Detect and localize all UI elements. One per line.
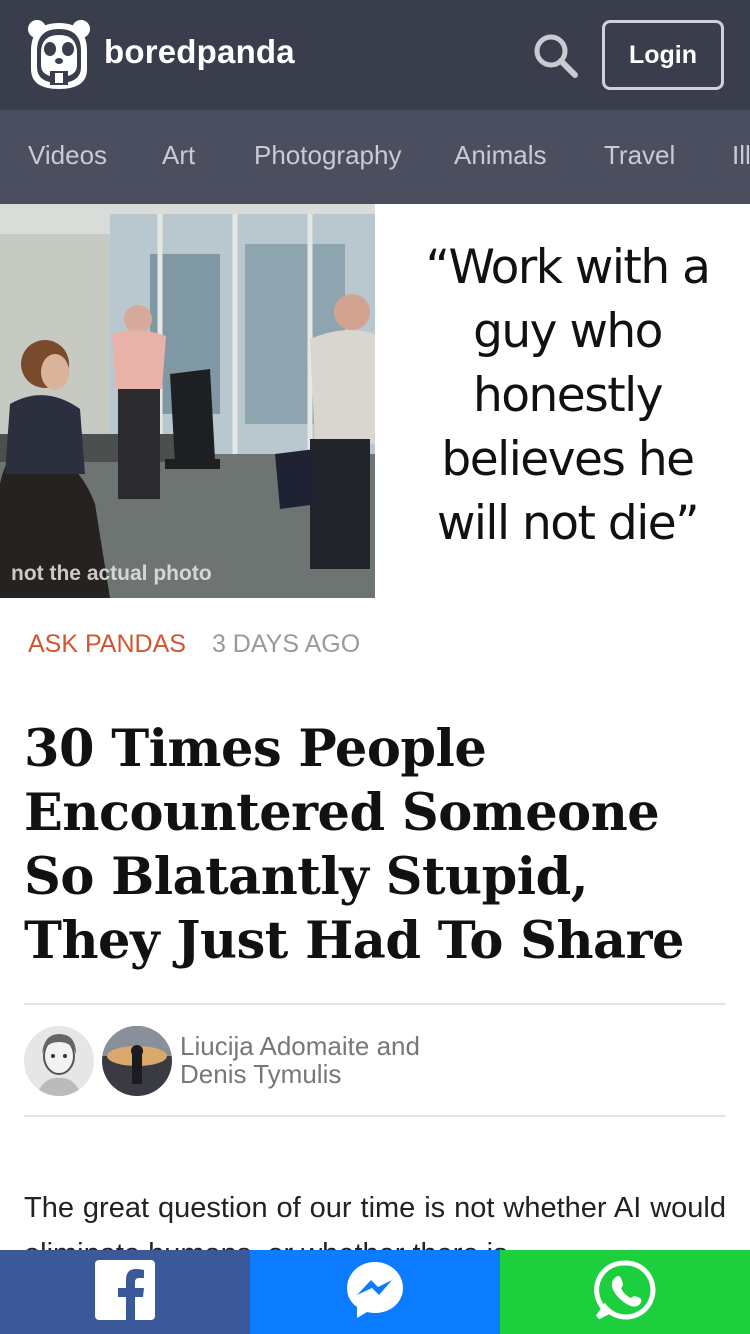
author-1-name[interactable]: Liucija Adomaite [180, 1031, 369, 1061]
category-travel[interactable]: Travel [604, 140, 675, 171]
hero-image[interactable]: not the actual photo “Work with a guy wh… [0, 204, 750, 598]
category-tag[interactable]: ASK PANDAS [28, 630, 186, 658]
author-names: Liucija Adomaite and Denis Tymulis [180, 1032, 420, 1088]
whatsapp-share-button[interactable] [500, 1250, 750, 1334]
messenger-share-button[interactable] [250, 1250, 500, 1334]
category-animals[interactable]: Animals [454, 140, 546, 171]
share-bar [0, 1250, 750, 1334]
panda-logo-icon[interactable] [26, 17, 92, 93]
author-avatar-1[interactable] [24, 1026, 94, 1096]
top-navbar: boredpanda Login [0, 0, 750, 110]
login-button[interactable]: Login [602, 20, 724, 90]
whatsapp-icon [593, 1258, 657, 1327]
category-photography[interactable]: Photography [254, 140, 401, 171]
quote-text: “Work with a guy who honestly believes h… [425, 240, 711, 551]
post-date: 3 DAYS AGO [211, 630, 361, 658]
facebook-share-button[interactable] [0, 1250, 250, 1334]
author-2-name[interactable]: Denis Tymulis [180, 1059, 341, 1089]
category-art[interactable]: Art [162, 140, 195, 171]
category-videos[interactable]: Videos [28, 140, 107, 171]
category-nav: Videos Art Photography Animals Travel Il… [0, 110, 750, 204]
messenger-icon [344, 1259, 406, 1326]
article-title: 30 Times People Encountered Someone So B… [24, 719, 684, 971]
photo-caption: not the actual photo [11, 562, 212, 585]
facebook-icon [95, 1259, 155, 1325]
author-avatar-2[interactable] [102, 1026, 172, 1096]
hero-quote: “Work with a guy who honestly believes h… [375, 204, 750, 598]
brand-name[interactable]: boredpanda [104, 33, 295, 71]
divider-bottom [24, 1115, 726, 1117]
search-icon[interactable] [530, 30, 580, 80]
office-photo: not the actual photo [0, 204, 375, 598]
author-and: and [376, 1031, 420, 1061]
category-more[interactable]: Ill [732, 140, 750, 171]
divider-top [24, 1003, 726, 1005]
article-meta: ASK PANDAS 3 DAYS AGO [28, 630, 360, 659]
